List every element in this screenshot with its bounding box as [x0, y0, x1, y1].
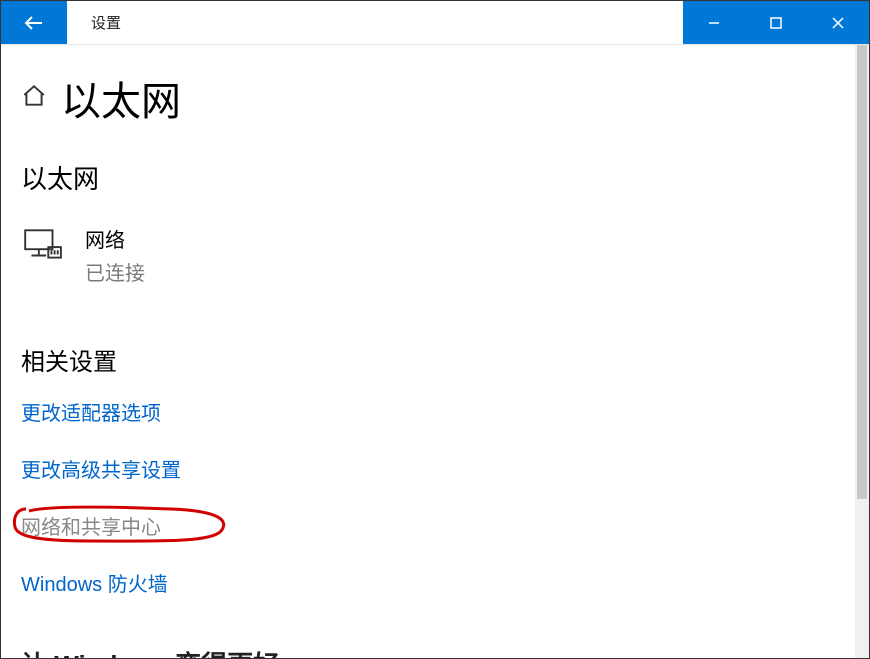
page-title: 以太网	[61, 69, 181, 127]
maximize-icon	[769, 16, 783, 30]
related-settings-heading: 相关设置	[21, 342, 869, 377]
ethernet-icon	[21, 224, 63, 271]
network-name: 网络	[85, 224, 145, 253]
home-icon[interactable]	[21, 83, 47, 114]
network-text: 网络 已连接	[85, 224, 145, 286]
link-label: 网络和共享中心	[21, 517, 161, 539]
content-area: 以太网 以太网 网络 已连接 相关设置 更改适配器选项 更改高级共享设置 网络和…	[1, 45, 869, 658]
page-header: 以太网	[21, 69, 869, 127]
network-status: 已连接	[85, 257, 145, 286]
arrow-left-icon	[22, 11, 46, 35]
close-button[interactable]	[807, 1, 869, 44]
make-windows-better-heading: 让 Windows 变得更好	[21, 645, 869, 658]
maximize-button[interactable]	[745, 1, 807, 44]
titlebar: 设置	[1, 1, 869, 45]
link-windows-firewall[interactable]: Windows 防火墙	[21, 568, 168, 597]
scrollbar-thumb[interactable]	[857, 45, 867, 499]
network-item[interactable]: 网络 已连接	[21, 224, 869, 286]
minimize-icon	[707, 16, 721, 30]
minimize-button[interactable]	[683, 1, 745, 44]
link-change-advanced-sharing[interactable]: 更改高级共享设置	[21, 454, 181, 483]
vertical-scrollbar[interactable]	[855, 45, 869, 658]
close-icon	[831, 16, 845, 30]
window-controls	[683, 1, 869, 44]
back-button[interactable]	[1, 1, 67, 44]
link-network-sharing-center[interactable]: 网络和共享中心	[21, 511, 161, 540]
app-title: 设置	[67, 1, 683, 44]
ethernet-heading: 以太网	[21, 159, 869, 196]
link-change-adapter-options[interactable]: 更改适配器选项	[21, 397, 161, 426]
